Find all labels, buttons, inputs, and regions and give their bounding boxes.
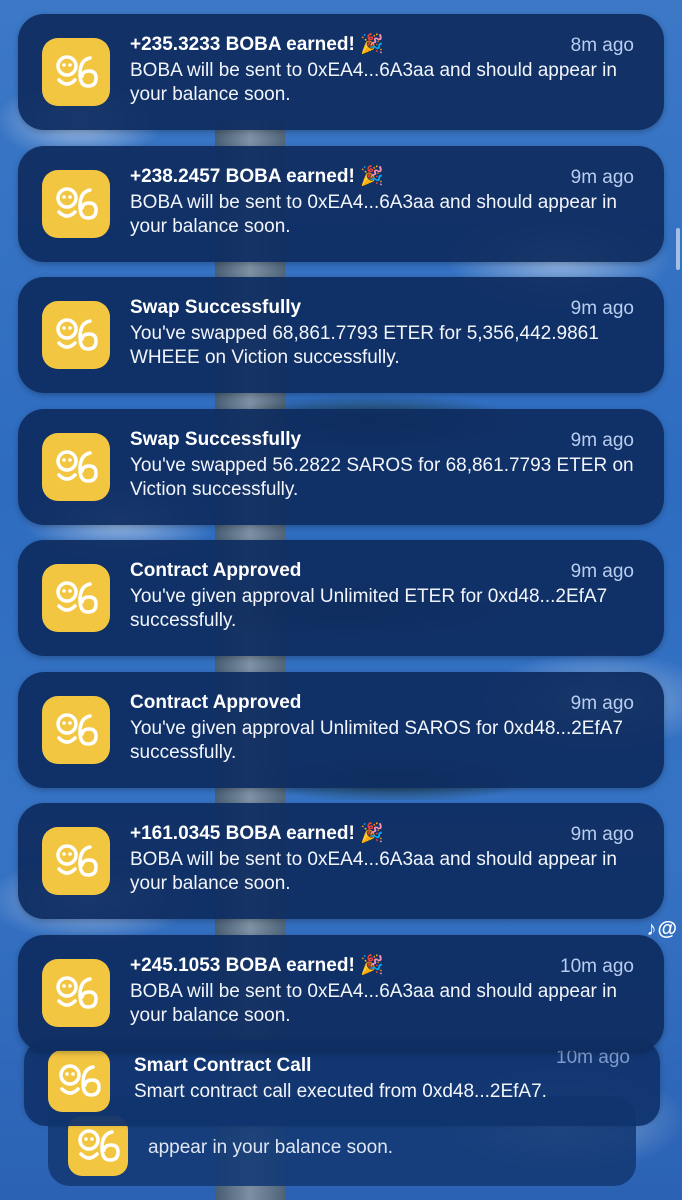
- notification-time: 8m ago: [570, 35, 634, 56]
- boba-logo-icon: [56, 450, 98, 483]
- notification-time: 9m ago: [570, 824, 634, 845]
- boba-logo-icon: [56, 187, 98, 220]
- notification-title: Swap Successfully: [130, 429, 302, 450]
- notification-title: Swap Successfully: [130, 297, 302, 318]
- notification-card[interactable]: Contract Approved 9m ago You've given appr…: [18, 672, 664, 788]
- boba-logo-icon: [56, 976, 98, 1009]
- notification-card[interactable]: +238.2457 BOBA earned! 🎉 9m ago BOBA will …: [18, 146, 664, 262]
- app-icon: [42, 170, 110, 238]
- notification-card[interactable]: +161.0345 BOBA earned! 🎉 9m ago BOBA will …: [18, 803, 664, 919]
- stacked-notification-front[interactable]: 10m ago Smart Contract Call Smart contra…: [24, 1040, 660, 1126]
- notification-title: +161.0345 BOBA earned! 🎉: [130, 823, 384, 844]
- boba-logo-icon: [56, 318, 98, 351]
- notification-title: +235.3233 BOBA earned! 🎉: [130, 34, 384, 55]
- notification-time: 9m ago: [570, 693, 634, 714]
- notification-body: You've swapped 56.2822 SAROS for 68,861.…: [130, 455, 634, 500]
- notification-title: Contract Approved: [130, 560, 302, 581]
- notification-time: 10m ago: [560, 956, 634, 977]
- app-icon: [42, 696, 110, 764]
- notification-card[interactable]: Swap Successfully 9m ago You've swapped 68…: [18, 277, 664, 393]
- notification-title: Smart Contract Call: [134, 1055, 312, 1076]
- notification-body: You've given approval Unlimited SAROS fo…: [130, 718, 623, 763]
- notification-time: 9m ago: [570, 561, 634, 582]
- notification-body: BOBA will be sent to 0xEA4...6A3aa and s…: [130, 849, 617, 894]
- notification-card[interactable]: Contract Approved 9m ago You've given appr…: [18, 540, 664, 656]
- notification-body: BOBA will be sent to 0xEA4...6A3aa and s…: [130, 981, 617, 1026]
- tiktok-watermark: ♪@: [646, 918, 678, 940]
- boba-logo-icon: [56, 713, 98, 746]
- notification-time: 9m ago: [570, 167, 634, 188]
- notification-card[interactable]: Swap Successfully 9m ago You've swapped 56…: [18, 409, 664, 525]
- boba-logo-icon: [56, 844, 98, 877]
- boba-logo-icon: [56, 581, 98, 614]
- app-icon: [42, 433, 110, 501]
- app-icon: [48, 1050, 110, 1112]
- notification-body: You've given approval Unlimited ETER for…: [130, 586, 608, 631]
- app-icon: [42, 301, 110, 369]
- notification-body: BOBA will be sent to 0xEA4...6A3aa and s…: [130, 60, 617, 105]
- notification-body: BOBA will be sent to 0xEA4...6A3aa and s…: [130, 192, 617, 237]
- notification-time: 9m ago: [570, 298, 634, 319]
- notification-title: Contract Approved: [130, 692, 302, 713]
- app-icon: [42, 827, 110, 895]
- notification-title: +238.2457 BOBA earned! 🎉: [130, 166, 384, 187]
- app-icon: [42, 38, 110, 106]
- notification-time: 9m ago: [570, 430, 634, 451]
- notification-body: You've swapped 68,861.7793 ETER for 5,35…: [130, 323, 599, 368]
- app-icon: [42, 959, 110, 1027]
- boba-logo-icon: [56, 55, 98, 88]
- notification-card[interactable]: +235.3233 BOBA earned! 🎉 8m ago BOBA will …: [18, 14, 664, 130]
- notification-card[interactable]: +245.1053 BOBA earned! 🎉 10m ago BOBA will…: [18, 935, 664, 1051]
- app-icon: [42, 564, 110, 632]
- boba-logo-icon: [59, 1064, 101, 1097]
- notification-body: appear in your balance soon.: [148, 1137, 394, 1158]
- boba-logo-icon: [78, 1129, 120, 1162]
- scroll-indicator: [676, 228, 680, 270]
- notification-title: +245.1053 BOBA earned! 🎉: [130, 955, 384, 976]
- notification-body: Smart contract call executed from 0xd48.…: [134, 1081, 547, 1102]
